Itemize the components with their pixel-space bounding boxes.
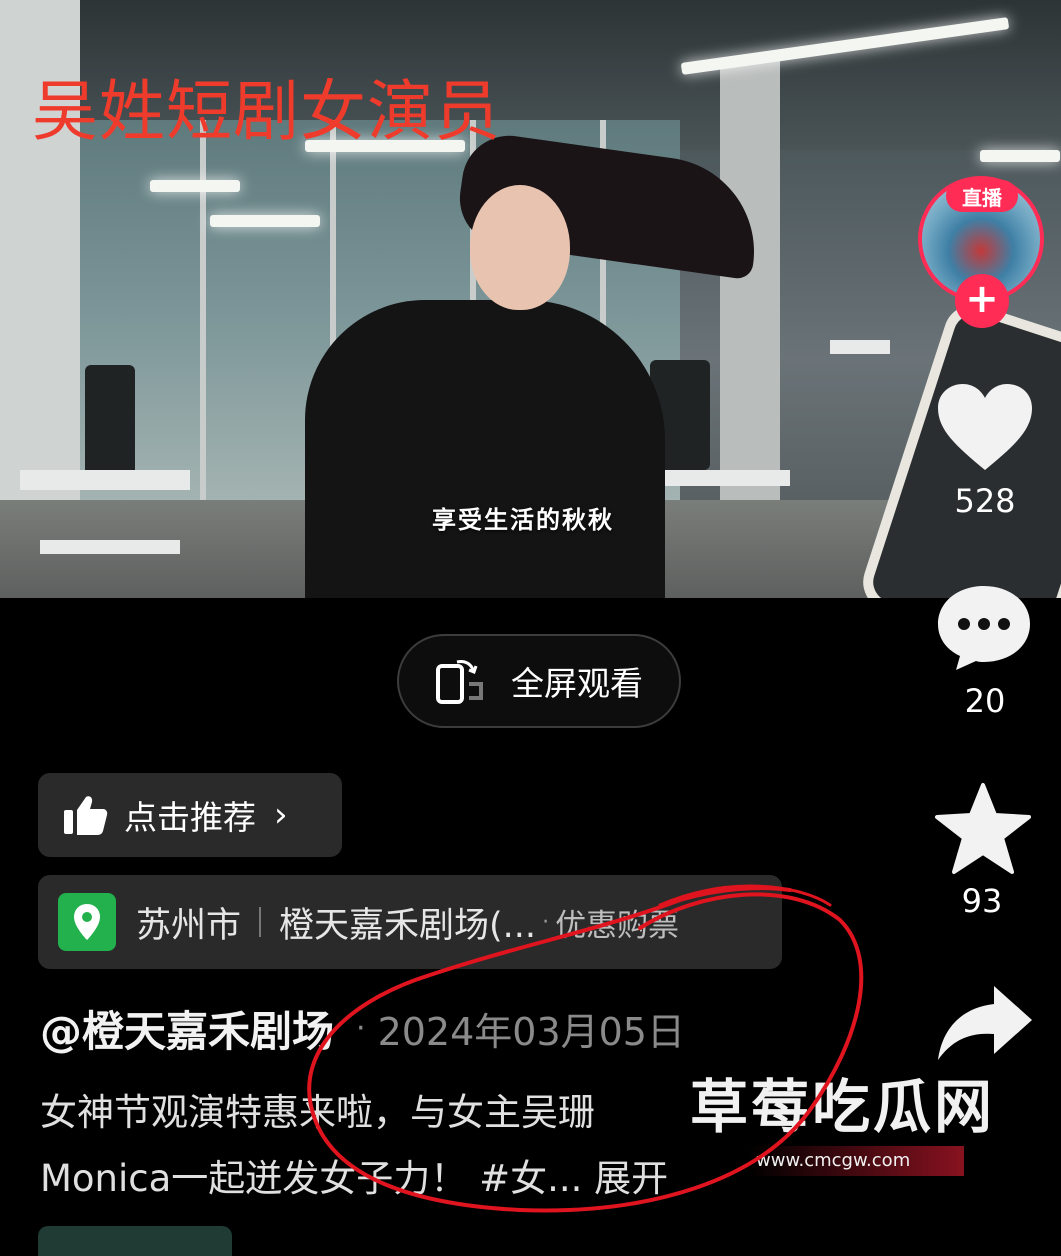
fullscreen-button[interactable]: 全屏观看 (397, 634, 681, 728)
video-scene-person (305, 300, 665, 598)
location-venue: 橙天嘉禾剧场(... (279, 905, 537, 946)
video-scene-mullion (200, 120, 206, 500)
ticket-discount-link[interactable]: 优惠购票 (555, 900, 679, 945)
video-scene-light (980, 150, 1060, 162)
follow-button[interactable]: + (955, 274, 1009, 328)
video-player[interactable]: 吴姓短剧女演员 享受生活的秋秋 (0, 0, 1061, 598)
video-scene-gym-machine (40, 540, 180, 554)
video-subtitle: 享受生活的秋秋 (432, 506, 614, 534)
watermark-text: 草莓吃瓜网 (690, 1073, 996, 1141)
location-divider (259, 907, 262, 937)
overlay-caption-title: 吴姓短剧女演员 (32, 73, 501, 150)
thumbs-up-icon (64, 796, 108, 835)
description-line: 女神节观演特惠来啦，与女主吴珊 (40, 1091, 595, 1134)
video-scene-gym-machine (830, 340, 890, 354)
recommend-label: 点击推荐 (124, 798, 256, 837)
location-separator-dot: · (542, 909, 550, 935)
post-date: 2024年03月05日 (377, 1010, 685, 1054)
fullscreen-label: 全屏观看 (511, 664, 643, 703)
video-scene-gym-machine (85, 365, 135, 485)
comment-icon[interactable] (936, 582, 1032, 674)
location-pin-icon (58, 893, 116, 951)
video-scene-light (150, 180, 240, 192)
video-scene-pillar (720, 60, 780, 540)
share-icon[interactable] (934, 982, 1034, 1062)
like-count: 528 (954, 482, 1016, 520)
post-description: 女神节观演特惠来啦，与女主吴珊 Monica一起迸发女子力！ #女... 展开 (40, 1080, 800, 1212)
video-scene-gym-machine (660, 470, 790, 486)
location-bar[interactable]: 苏州市 橙天嘉禾剧场(... · 优惠购票 (38, 875, 782, 969)
author-name[interactable]: @橙天嘉禾剧场 (40, 998, 334, 1059)
chevron-right-icon: › (274, 795, 288, 835)
video-scene-face (470, 185, 570, 310)
description-line: Monica一起迸发女子力！ #女... (40, 1157, 583, 1200)
star-icon[interactable] (934, 782, 1032, 876)
heart-icon[interactable] (936, 382, 1034, 474)
author-separator-dot: · (356, 1011, 366, 1046)
video-scene-light (210, 215, 320, 227)
rotate-screen-icon (436, 660, 483, 704)
recommend-button[interactable]: 点击推荐 › (38, 773, 342, 857)
favorite-count: 93 (961, 882, 1003, 920)
location-city: 苏州市 (136, 905, 242, 946)
post-author-row: @橙天嘉禾剧场 · 2024年03月05日 (40, 998, 685, 1059)
live-badge: 直播 (946, 180, 1018, 212)
bottom-chip[interactable] (38, 1226, 232, 1256)
description-line-2: Monica一起迸发女子力！ #女... 展开 (40, 1146, 800, 1212)
comment-count: 20 (964, 682, 1006, 720)
video-scene-gym-machine (20, 470, 190, 490)
expand-link[interactable]: 展开 (594, 1157, 668, 1200)
watermark-url: www.cmcgw.com (748, 1146, 964, 1176)
